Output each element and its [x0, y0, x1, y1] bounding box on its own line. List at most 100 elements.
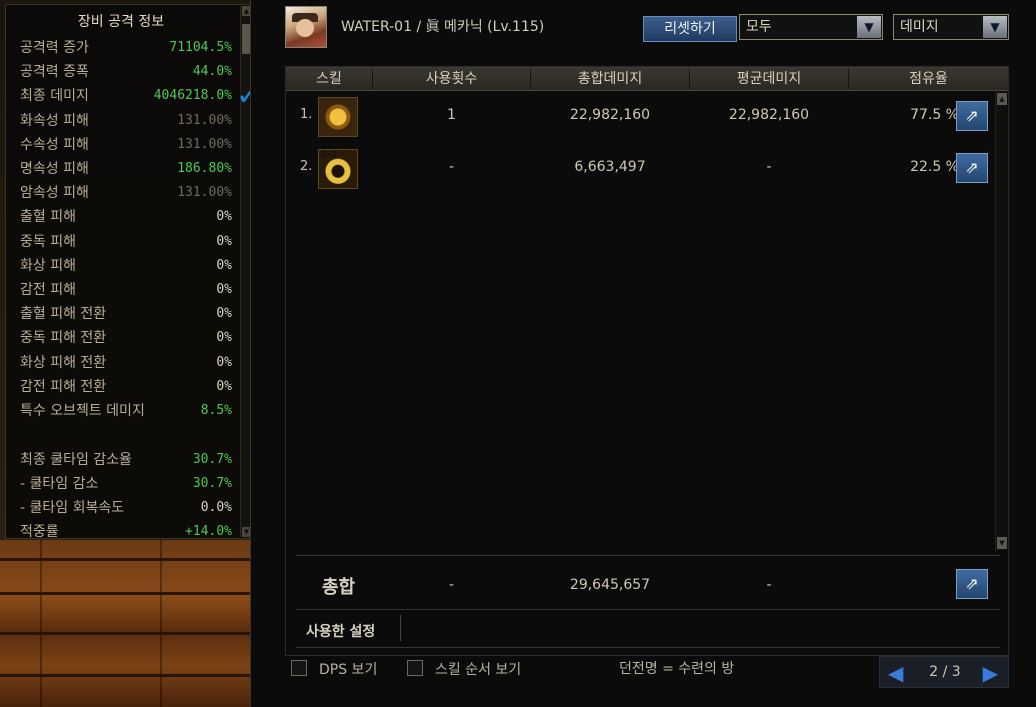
skill-icon: [318, 97, 358, 137]
stat-row: 명속성 피해 186.80%: [20, 158, 232, 180]
total-uses: -: [448, 577, 455, 593]
next-page-icon[interactable]: ▶: [983, 661, 998, 685]
stat-value: 30.7%: [192, 452, 232, 467]
stat-label: 감전 피해: [20, 282, 76, 298]
stat-row: 암속성 피해 131.00%: [20, 182, 232, 204]
divider: [296, 555, 1000, 556]
stat-label: 명속성 피해: [20, 161, 89, 177]
stat-value: 0%: [216, 306, 232, 322]
divider: [296, 647, 1000, 648]
stat-label: 감전 피해 전환: [20, 378, 107, 395]
stat-label: 적중률: [20, 524, 59, 540]
table-row[interactable]: 2. G-2 - 6,663,497 - 22.5 %: [286, 143, 992, 193]
stat-value: 0%: [216, 354, 232, 370]
stat-label: 중독 피해: [20, 233, 76, 250]
scroll-up-icon[interactable]: ▲: [997, 93, 1007, 105]
divider: [296, 609, 1000, 610]
skill-damage-table: 스킬 사용횟수 총합데미지 평균데미지 점유율 1. 1 22,982,160 …: [285, 66, 1009, 656]
stat-value: 131.00%: [177, 112, 232, 128]
total-label: 총합: [322, 577, 356, 598]
row-avg: 22,982,160: [728, 107, 810, 123]
dps-view-checkbox[interactable]: [291, 660, 307, 676]
stat-value: 0%: [216, 330, 232, 346]
stat-row: 감전 피해 전환 0%: [20, 376, 232, 398]
stat-row: 출혈 피해 전환 0%: [20, 303, 232, 325]
row-total: 6,663,497: [574, 159, 646, 175]
row-avg: -: [766, 159, 772, 175]
chevron-down-icon[interactable]: ▼: [983, 16, 1007, 38]
stat-value: 0%: [216, 209, 232, 225]
stat-value: 0%: [216, 282, 232, 297]
wood-floor-background: [0, 540, 260, 707]
sort-dropdown-value: 데미지: [900, 19, 939, 35]
row-share: 77.5 %: [910, 107, 959, 123]
share-icon[interactable]: ⇗: [956, 569, 988, 599]
stat-label: 출혈 피해: [20, 209, 76, 226]
col-uses[interactable]: 사용횟수: [373, 67, 530, 91]
stat-row: 수속성 피해 131.00%: [20, 134, 232, 156]
stat-value: 0%: [216, 378, 232, 394]
stat-value: 30.7%: [192, 476, 232, 491]
col-total-damage[interactable]: 총합데미지: [531, 67, 689, 91]
dps-view-label[interactable]: DPS 보기: [319, 659, 377, 679]
reset-button[interactable]: 리셋하기: [643, 16, 737, 42]
table-scrollbar[interactable]: ▲ ▼: [995, 91, 1007, 551]
stat-value: +14.0%: [185, 524, 232, 539]
stat-row: 공격력 증가 71104.5%: [20, 37, 232, 59]
stat-row: 최종 데미지 4046218.0%: [20, 85, 232, 107]
table-row[interactable]: 1. 1 22,982,160 22,982,160 77.5 %: [286, 91, 992, 141]
stat-value: 8.5%: [200, 403, 232, 418]
stat-label: 수속성 피해: [20, 136, 89, 153]
stat-row: 출혈 피해 0%: [20, 206, 232, 228]
scroll-thumb[interactable]: [242, 24, 250, 54]
skill-order-checkbox[interactable]: [407, 660, 423, 676]
stat-row: 적중률 +14.0%: [20, 521, 232, 543]
stat-row: 특수 오브젝트 데미지 8.5%: [20, 400, 232, 422]
stat-label: 중독 피해 전환: [20, 330, 107, 347]
col-avg-damage[interactable]: 평균데미지: [690, 67, 848, 91]
chevron-down-icon[interactable]: ▼: [857, 16, 881, 38]
panel-title: 장비 공격 정보: [77, 14, 165, 30]
stat-row: 화상 피해 전환 0%: [20, 352, 232, 374]
stat-label: 화상 피해: [20, 257, 76, 274]
stat-label: 출혈 피해 전환: [20, 306, 107, 323]
stat-value: 186.80%: [177, 161, 232, 176]
stat-row: - 쿨타임 회복속도 0.0%: [20, 497, 232, 519]
stat-label: 공격력 증폭: [20, 64, 89, 81]
total-avg: -: [766, 577, 772, 593]
stat-row: 중독 피해 0%: [20, 231, 232, 253]
col-share[interactable]: 점유율: [849, 67, 1008, 91]
used-settings-label[interactable]: 사용한 설정: [306, 621, 375, 641]
filter-dropdown[interactable]: 모두 ▼: [739, 14, 883, 40]
stat-label: 최종 쿨타임 감소율: [20, 452, 132, 468]
character-name: WATER-01 / 眞 메카닉 (Lv.115): [341, 19, 545, 35]
skill-icon: G-2: [318, 149, 358, 189]
scroll-down-icon[interactable]: ▼: [997, 537, 1007, 549]
stat-row: 중독 피해 전환 0%: [20, 327, 232, 349]
pagination: ◀ 2 / 3 ▶: [879, 656, 1009, 688]
stat-value: 71104.5%: [169, 40, 232, 55]
stat-label: 최종 데미지: [20, 88, 89, 105]
stat-value: 4046218.0%: [153, 88, 232, 104]
divider: [400, 615, 401, 641]
character-avatar: [285, 6, 327, 48]
stat-value: 131.00%: [177, 185, 232, 201]
filter-dropdown-value: 모두: [746, 19, 772, 35]
sort-dropdown[interactable]: 데미지 ▼: [893, 14, 1009, 40]
col-skill[interactable]: 스킬: [286, 67, 372, 91]
share-icon[interactable]: ⇗: [956, 153, 988, 183]
stat-value: 131.00%: [177, 136, 232, 152]
stat-value: 0.0%: [200, 500, 232, 515]
share-icon[interactable]: ⇗: [956, 101, 988, 131]
stat-label: 암속성 피해: [20, 185, 89, 202]
stat-value: 44.0%: [192, 64, 232, 80]
stat-label: 화상 피해 전환: [20, 354, 107, 371]
stat-row: 감전 피해 0%: [20, 279, 232, 301]
row-share: 22.5 %: [910, 159, 959, 175]
stat-row: 화속성 피해 131.00%: [20, 110, 232, 132]
stat-value: 0%: [216, 233, 232, 249]
stat-label: - 쿨타임 감소: [20, 476, 99, 492]
stat-row: 공격력 증폭 44.0%: [20, 61, 232, 83]
skill-order-label[interactable]: 스킬 순서 보기: [435, 659, 521, 679]
stat-value: 0%: [216, 257, 232, 273]
